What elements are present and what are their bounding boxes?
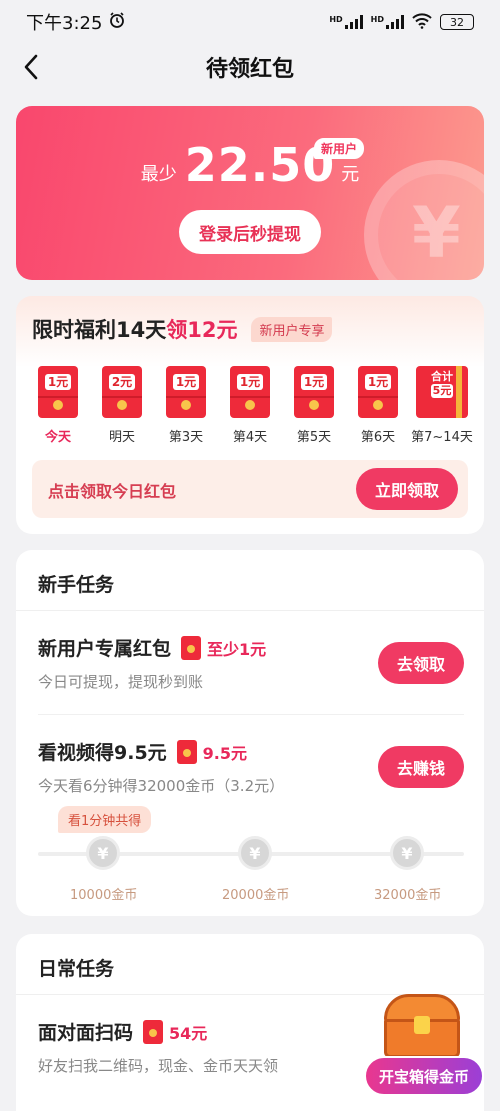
signal-icon-2: HD xyxy=(371,15,404,29)
amount-value: 22.50 xyxy=(184,138,336,192)
status-bar: 下午3:25 HD HD 32 xyxy=(0,0,500,44)
section-title: 新手任务 xyxy=(38,574,115,596)
gift-packet-icon: 合计 5元 xyxy=(416,366,468,418)
claim-today-bar: 点击领取今日红包 立即领取 xyxy=(32,460,468,518)
task-name: 新用户专属红包 xyxy=(38,638,172,660)
day-label: 第7~14天 xyxy=(411,430,473,445)
day-item[interactable]: 1元 第5天 xyxy=(286,366,342,445)
page-title: 待领红包 xyxy=(205,57,294,82)
task-name: 面对面扫码 xyxy=(38,1022,134,1044)
day-item[interactable]: 1元 第4天 xyxy=(222,366,278,445)
day-item[interactable]: 1元 今天 xyxy=(30,366,86,445)
red-packet-icon: 1元 xyxy=(230,366,270,418)
coin-node-label: 20000金币 xyxy=(222,888,290,903)
claim-now-button[interactable]: 立即领取 xyxy=(356,468,458,510)
task-item: 新用户专属红包 至少1元 今日可提现，提现秒到账 去领取 xyxy=(38,634,464,692)
amount-prefix: 最少 xyxy=(140,164,177,185)
day-item[interactable]: 1元 第6天 xyxy=(350,366,406,445)
day-label: 明天 xyxy=(108,430,135,445)
treasure-chest-widget[interactable]: 开宝箱得金币 xyxy=(362,990,486,1100)
coin-node-icon: ¥ xyxy=(238,836,272,870)
red-packet-icon xyxy=(143,1019,164,1044)
day-label: 第5天 xyxy=(296,430,332,445)
go-earn-button[interactable]: 去赚钱 xyxy=(378,746,464,788)
divider xyxy=(38,714,464,715)
day-label: 第3天 xyxy=(168,430,204,445)
wifi-icon xyxy=(412,12,432,32)
newbie-tasks-card: 新手任务 新用户专属红包 至少1元 今日可提现，提现秒到账 去领取 看视频得9.… xyxy=(16,550,484,916)
coin-node-label: 32000金币 xyxy=(374,888,442,903)
divider xyxy=(16,610,484,611)
day-label: 第6天 xyxy=(360,430,396,445)
claim-today-text: 点击领取今日红包 xyxy=(48,482,177,501)
red-packet-icon xyxy=(181,635,202,660)
red-packet-icon: 2元 xyxy=(102,366,142,418)
alarm-icon xyxy=(108,11,126,34)
day-label: 今天 xyxy=(44,430,71,445)
day-list: 1元 今天 2元 明天 1元 第3天 1元 第4天 1元 第5天 1元 第6天 … xyxy=(30,366,473,445)
red-packet-icon: 1元 xyxy=(166,366,206,418)
red-packet-icon: 1元 xyxy=(38,366,78,418)
task-item: 看视频得9.5元 9.5元 今天看6分钟得32000金币（3.2元） 去赚钱 xyxy=(38,738,464,796)
hero-card: ¥ 最少 22.50 元 新用户 登录后秒提现 xyxy=(16,106,484,280)
nav-bar: 待领红包 xyxy=(0,44,500,90)
welfare-title: 限时福利14天 xyxy=(32,318,167,342)
min-amount: 最少 22.50 元 xyxy=(16,138,484,192)
exclusive-badge: 新用户专享 xyxy=(251,316,333,342)
login-withdraw-button[interactable]: 登录后秒提现 xyxy=(179,210,321,254)
go-claim-button[interactable]: 去领取 xyxy=(378,642,464,684)
welfare-title-highlight: 领12元 xyxy=(166,318,238,342)
coin-node-label: 10000金币 xyxy=(70,888,138,903)
signal-icon: HD xyxy=(329,15,363,29)
task-reward: 54元 xyxy=(169,1023,208,1043)
task-reward: 至少1元 xyxy=(207,639,267,659)
welfare-card: 限时福利14天 领12元 新用户专享 1元 今天 2元 明天 1元 第3天 1元 … xyxy=(16,296,484,534)
red-packet-icon xyxy=(176,739,197,764)
coin-progress: 看1分钟共得 ¥ ¥ ¥ 10000金币 20000金币 32000金币 xyxy=(38,806,464,903)
coin-node-icon: ¥ xyxy=(390,836,424,870)
new-user-badge: 新用户 xyxy=(314,138,365,159)
day-item[interactable]: 合计 5元 第7~14天 xyxy=(411,366,473,445)
section-title: 日常任务 xyxy=(38,958,115,980)
treasure-chest-icon xyxy=(384,994,460,1058)
coin-node-icon: ¥ xyxy=(86,836,120,870)
red-packet-icon: 1元 xyxy=(294,366,334,418)
progress-tip: 看1分钟共得 xyxy=(58,806,152,833)
task-name: 看视频得9.5元 xyxy=(38,742,167,764)
red-packet-icon: 1元 xyxy=(358,366,398,418)
back-button[interactable] xyxy=(16,52,46,82)
task-reward: 9.5元 xyxy=(202,743,248,763)
day-item[interactable]: 2元 明天 xyxy=(94,366,150,445)
day-item[interactable]: 1元 第3天 xyxy=(158,366,214,445)
day-label: 第4天 xyxy=(232,430,268,445)
open-chest-button[interactable]: 开宝箱得金币 xyxy=(364,1056,484,1096)
status-time: 下午3:25 xyxy=(26,13,103,34)
chevron-left-icon xyxy=(24,54,38,80)
amount-unit: 元 xyxy=(341,164,360,185)
battery-icon: 32 xyxy=(440,14,474,30)
